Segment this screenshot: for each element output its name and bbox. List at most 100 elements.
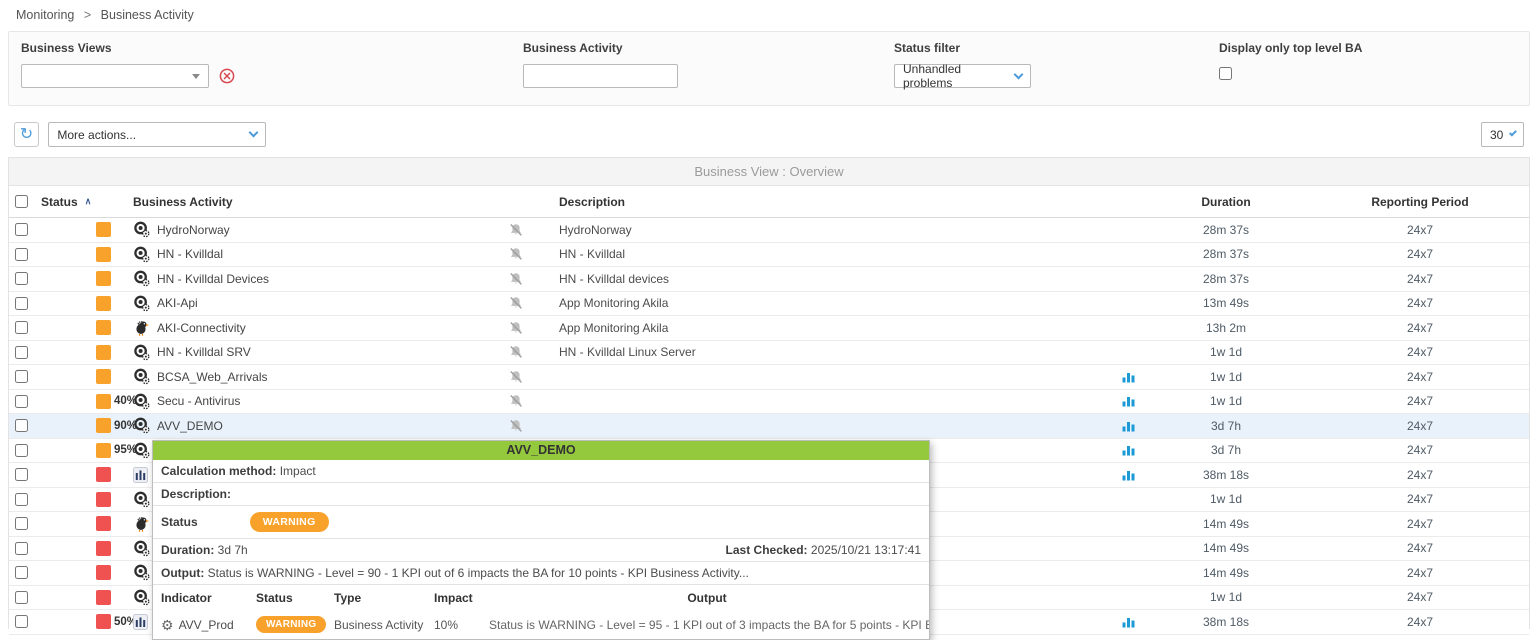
row-checkbox[interactable] <box>15 272 28 285</box>
status-square-warning <box>96 369 111 384</box>
row-checkbox[interactable] <box>15 493 28 506</box>
chart-icon[interactable] <box>1122 420 1135 432</box>
status-square-warning <box>96 345 111 360</box>
status-filter-select[interactable]: Unhandled problems <box>894 64 1031 88</box>
business-activity-name[interactable]: HydroNorway <box>153 223 501 237</box>
business-activity-filter: Business Activity <box>523 41 678 88</box>
kpi-table-header: Indicator Status Type Impact Output <box>153 585 929 611</box>
description-cell: HN - Kvilldal devices <box>531 272 1116 286</box>
clear-filter-icon[interactable] <box>219 68 235 84</box>
business-activity-name[interactable]: HN - Kvilldal <box>153 247 501 261</box>
row-checkbox[interactable] <box>15 370 28 383</box>
column-header-business-activity[interactable]: Business Activity <box>133 195 501 209</box>
table-row[interactable]: AKI-ConnectivityApp Monitoring Akila13h … <box>9 316 1529 341</box>
business-activity-icon <box>133 589 150 606</box>
duration-cell: 1w 1d <box>1141 492 1311 506</box>
business-activity-icon <box>133 564 150 581</box>
gear-icon: ⚙ <box>161 618 174 632</box>
top-level-ba-checkbox[interactable] <box>1219 67 1232 80</box>
description-cell: App Monitoring Akila <box>531 296 1116 310</box>
duration-cell: 28m 37s <box>1141 223 1311 237</box>
select-all-checkbox[interactable] <box>15 195 28 208</box>
chart-icon[interactable] <box>1122 469 1135 481</box>
business-activity-input[interactable] <box>523 64 678 88</box>
business-activity-icon <box>133 368 150 385</box>
row-checkbox[interactable] <box>15 419 28 432</box>
status-filter-label: Status filter <box>894 41 1031 55</box>
row-checkbox[interactable] <box>15 223 28 236</box>
kpi-header-impact: Impact <box>434 591 489 605</box>
row-checkbox[interactable] <box>15 321 28 334</box>
column-header-status[interactable]: Status ∧ <box>35 195 133 209</box>
bird-icon <box>133 320 150 336</box>
row-checkbox[interactable] <box>15 395 28 408</box>
kpi-output: Status is WARNING - Level = 95 - 1 KPI o… <box>489 618 929 632</box>
business-activity-name[interactable]: HN - Kvilldal Devices <box>153 272 501 286</box>
business-activity-icon <box>133 417 150 434</box>
notification-muted-icon <box>509 345 523 359</box>
chevron-down-icon <box>1014 69 1024 79</box>
duration-cell: 1w 1d <box>1141 370 1311 384</box>
kpi-indicator[interactable]: AVV_Prod <box>179 618 234 632</box>
row-checkbox[interactable] <box>15 297 28 310</box>
sort-asc-icon: ∧ <box>85 196 92 207</box>
table-row[interactable]: HN - KvilldalHN - Kvilldal28m 37s24x7 <box>9 243 1529 268</box>
table-row[interactable]: 90%AVV_DEMO3d 7h24x7 <box>9 414 1529 439</box>
column-header-duration[interactable]: Duration <box>1141 195 1311 209</box>
business-activity-name[interactable]: AKI-Connectivity <box>153 321 501 335</box>
tooltip-title: AVV_DEMO <box>153 441 929 460</box>
breadcrumb-monitoring[interactable]: Monitoring <box>16 8 74 22</box>
table-row[interactable]: HydroNorwayHydroNorway28m 37s24x7 <box>9 218 1529 243</box>
row-checkbox[interactable] <box>15 444 28 457</box>
row-checkbox[interactable] <box>15 346 28 359</box>
refresh-icon: ↻ <box>20 127 33 143</box>
reporting-period-cell: 24x7 <box>1311 492 1529 506</box>
reporting-period-cell: 24x7 <box>1311 443 1529 457</box>
status-square-critical <box>96 565 111 580</box>
chart-icon[interactable] <box>1122 395 1135 407</box>
tooltip-output: Output: Status is WARNING - Level = 90 -… <box>153 562 929 585</box>
bird-icon <box>133 516 150 532</box>
top-level-ba-filter: Display only top level BA <box>1219 41 1362 83</box>
business-activity-name[interactable]: Secu - Antivirus <box>153 394 501 408</box>
reporting-period-cell: 24x7 <box>1311 370 1529 384</box>
row-checkbox[interactable] <box>15 542 28 555</box>
duration-cell: 28m 37s <box>1141 272 1311 286</box>
row-checkbox[interactable] <box>15 591 28 604</box>
business-view-band: Business View : Overview <box>9 158 1529 186</box>
row-checkbox[interactable] <box>15 615 28 628</box>
table-row[interactable]: HN - Kvilldal SRVHN - Kvilldal Linux Ser… <box>9 341 1529 366</box>
duration-cell: 3d 7h <box>1141 443 1311 457</box>
breadcrumb-business-activity[interactable]: Business Activity <box>101 8 194 22</box>
business-activity-icon <box>133 393 150 410</box>
row-checkbox[interactable] <box>15 566 28 579</box>
column-header-reporting-period[interactable]: Reporting Period <box>1311 195 1529 209</box>
column-header-description[interactable]: Description <box>531 195 1116 209</box>
status-square-warning <box>96 394 111 409</box>
row-checkbox[interactable] <box>15 248 28 261</box>
refresh-button[interactable]: ↻ <box>14 122 39 147</box>
table-row[interactable]: AKI-ApiApp Monitoring Akila13m 49s24x7 <box>9 292 1529 317</box>
business-view-title: Business View : Overview <box>694 164 843 179</box>
row-checkbox[interactable] <box>15 517 28 530</box>
row-checkbox[interactable] <box>15 468 28 481</box>
ba-detail-tooltip: AVV_DEMO Calculation method: Impact Desc… <box>152 440 930 640</box>
more-actions-select[interactable]: More actions... <box>48 122 266 147</box>
page-size-select[interactable]: 30 <box>1481 122 1524 147</box>
reporting-period-cell: 24x7 <box>1311 566 1529 580</box>
business-activity-name[interactable]: AVV_DEMO <box>153 419 501 433</box>
chart-icon[interactable] <box>1122 444 1135 456</box>
business-views-select[interactable] <box>21 64 209 88</box>
table-row[interactable]: HN - Kvilldal Devices HN - Kvilldal devic… <box>9 267 1529 292</box>
table-row[interactable]: 40%Secu - Antivirus1w 1d24x7 <box>9 390 1529 415</box>
business-activity-name[interactable]: AKI-Api <box>153 296 501 310</box>
business-activity-name[interactable]: BCSA_Web_Arrivals <box>153 370 501 384</box>
chart-icon[interactable] <box>1122 371 1135 383</box>
description-cell: HydroNorway <box>531 223 1116 237</box>
duration-cell: 1w 1d <box>1141 394 1311 408</box>
duration-cell: 38m 18s <box>1141 468 1311 482</box>
business-activity-name[interactable]: HN - Kvilldal SRV <box>153 345 501 359</box>
notification-muted-icon <box>509 296 523 310</box>
table-row[interactable]: BCSA_Web_Arrivals 1w 1d24x7 <box>9 365 1529 390</box>
chart-icon[interactable] <box>1122 616 1135 628</box>
